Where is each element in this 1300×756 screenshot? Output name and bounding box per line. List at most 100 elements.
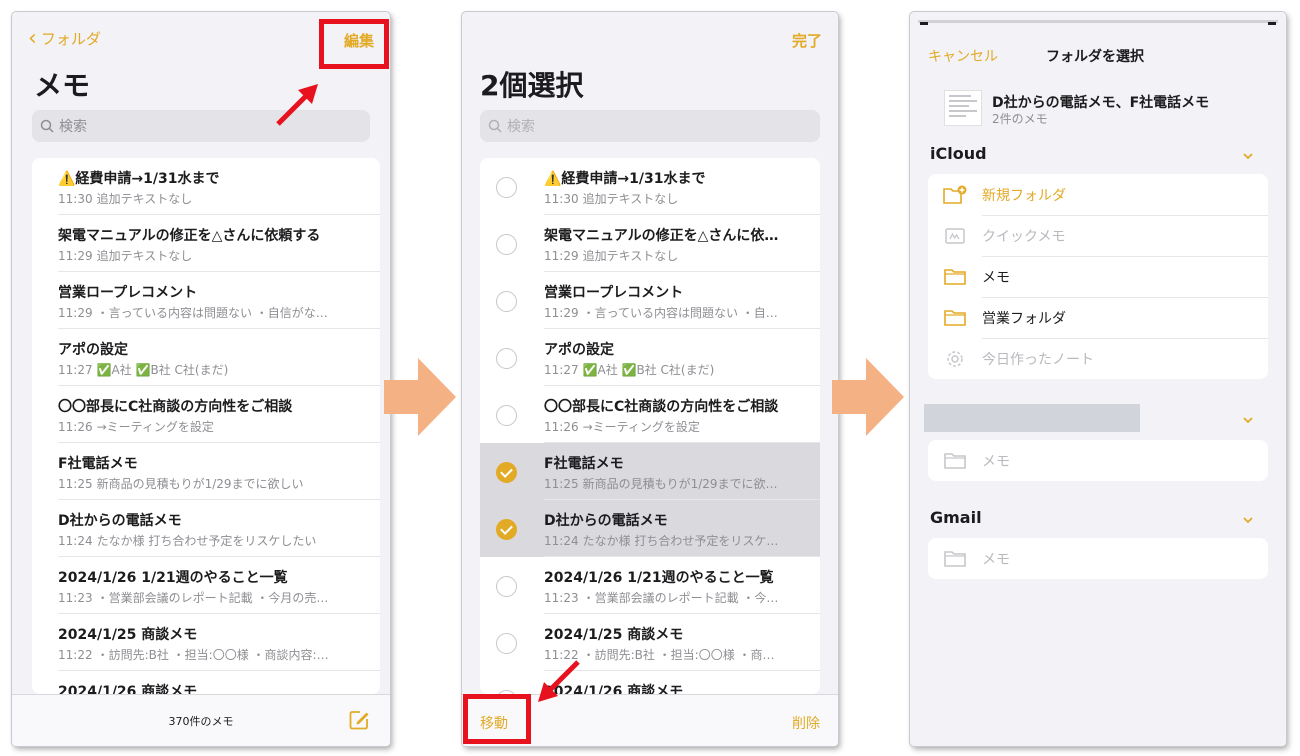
note-preview: 追加テキストなし: [582, 249, 679, 263]
account-header-icloud[interactable]: iCloud: [930, 144, 987, 163]
note-title: 2024/1/26 1/21週のやること一覧: [58, 570, 288, 586]
note-list-item[interactable]: 2024/1/25 商談メモ 11:22 ・訪問先:B社 ・担当:〇〇様 ・商談内容…: [32, 614, 380, 671]
note-list-item[interactable]: ⚠️経費申請→1/31水まで 11:30 追加テキストなし: [480, 158, 820, 215]
new-folder-icon: [942, 185, 968, 205]
note-list-item[interactable]: アポの設定 11:27 ✅A社 ✅B社 C社(まだ): [32, 329, 380, 386]
note-time: 11:27: [544, 363, 579, 377]
note-list-item[interactable]: F社電話メモ 11:25 新商品の見積もりが1/29までに欲しい: [32, 443, 380, 500]
notes-list: ⚠️経費申請→1/31水まで 11:30 追加テキストなし架電マニュアルの修正を△さ…: [32, 158, 380, 694]
note-list-item[interactable]: 〇〇部長にC社商談の方向性をご相談 11:26 →ミーティングを設定: [32, 386, 380, 443]
note-title: 〇〇部長にC社商談の方向性をご相談: [544, 399, 779, 415]
folder-row[interactable]: 新規フォルダ: [928, 174, 1268, 215]
bottom-toolbar: 移動 削除: [462, 694, 838, 746]
folder-row[interactable]: 今日作ったノート: [928, 338, 1268, 379]
compose-icon[interactable]: [348, 709, 370, 731]
checkmark-circle-icon[interactable]: [496, 462, 517, 483]
note-title: D社からの電話メモ: [544, 513, 668, 529]
note-preview: ✅A社 ✅B社 C社(まだ): [582, 363, 715, 377]
chevron-down-icon[interactable]: [1242, 414, 1254, 426]
cancel-button[interactable]: キャンセル: [928, 46, 998, 66]
folder-label: 今日作ったノート: [982, 351, 1094, 368]
red-pointer-arrow: [538, 660, 580, 702]
note-list-item[interactable]: 2024/1/26 1/21週のやること一覧 11:23 ・営業部会議のレポート記載…: [32, 557, 380, 614]
search-placeholder: 検索: [59, 119, 87, 135]
search-field[interactable]: 検索: [480, 110, 820, 142]
move-button[interactable]: 移動: [480, 713, 508, 733]
note-list-item[interactable]: 2024/1/25 商談メモ 11:22 ・訪問先:B社 ・担当:〇〇様 ・商…: [480, 614, 820, 671]
page-title: 2個選択: [480, 69, 584, 102]
note-subline: 11:25 新商品の見積もりが1/29までに欲しい: [58, 475, 380, 492]
folder-icon: [942, 308, 968, 328]
note-preview: ・言っている内容は問題ない ・自信がな…: [96, 306, 328, 320]
folder-label: 新規フォルダ: [982, 187, 1066, 204]
flow-arrow-right-icon: [384, 358, 456, 436]
note-list-item[interactable]: 営業ロープレコメント 11:29 ・言っている内容は問題ない ・自…: [480, 272, 820, 329]
chevron-down-icon[interactable]: [1242, 150, 1254, 162]
note-time: 11:26: [544, 420, 579, 434]
note-time: 11:30: [58, 192, 93, 206]
sheet-top-edge: [918, 20, 1278, 23]
note-title: ⚠️経費申請→1/31水まで: [544, 171, 706, 187]
note-list-item[interactable]: F社電話メモ 11:25 新商品の見積もりが1/29までに欲…: [480, 443, 820, 500]
edit-button[interactable]: 編集: [344, 30, 374, 51]
folder-row[interactable]: メモ: [928, 440, 1268, 481]
note-list-item[interactable]: 2024/1/26 商談メモ: [480, 671, 820, 694]
note-subline: 11:26 →ミーティングを設定: [544, 418, 820, 435]
note-time: 11:29: [58, 306, 93, 320]
red-pointer-arrow: [276, 84, 318, 126]
notes-list: ⚠️経費申請→1/31水まで 11:30 追加テキストなし 架電マニュアルの修正を△さ…: [480, 158, 820, 694]
note-list-item[interactable]: 架電マニュアルの修正を△さんに依頼する 11:29 追加テキストなし: [32, 215, 380, 272]
note-list-item[interactable]: 営業ロープレコメント 11:29 ・言っている内容は問題ない ・自信がな…: [32, 272, 380, 329]
back-label: フォルダ: [40, 30, 101, 48]
note-subline: 11:27 ✅A社 ✅B社 C社(まだ): [58, 361, 380, 378]
note-subline: 11:30 追加テキストなし: [58, 190, 380, 207]
empty-circle-icon[interactable]: [496, 576, 517, 597]
note-subline: 11:25 新商品の見積もりが1/29までに欲…: [544, 475, 820, 492]
bottom-toolbar: 370件のメモ: [12, 694, 390, 746]
note-list-item[interactable]: 〇〇部長にC社商談の方向性をご相談 11:26 →ミーティングを設定: [480, 386, 820, 443]
note-time: 11:25: [58, 477, 93, 491]
note-count: 370件のメモ: [168, 715, 234, 728]
folder-row[interactable]: 営業フォルダ: [928, 297, 1268, 338]
checkmark-circle-icon[interactable]: [496, 519, 517, 540]
note-list-item[interactable]: 2024/1/26 商談メモ: [32, 671, 380, 694]
note-time: 11:23: [544, 591, 579, 605]
empty-circle-icon[interactable]: [496, 348, 517, 369]
folder-label: メモ: [982, 269, 1010, 286]
note-list-item[interactable]: 架電マニュアルの修正を△さんに依… 11:29 追加テキストなし: [480, 215, 820, 272]
note-list-item[interactable]: ⚠️経費申請→1/31水まで 11:30 追加テキストなし: [32, 158, 380, 215]
done-button[interactable]: 完了: [792, 30, 822, 51]
note-title: D社からの電話メモ: [58, 513, 182, 529]
empty-circle-icon[interactable]: [496, 633, 517, 654]
note-time: 11:25: [544, 477, 579, 491]
note-time: 11:29: [58, 249, 93, 263]
note-title: F社電話メモ: [544, 456, 624, 472]
search-icon: [40, 119, 54, 133]
flow-arrow-right-icon: [832, 358, 904, 436]
gmail-folder-group: メモ: [928, 538, 1268, 579]
note-thumbnail: [944, 90, 982, 126]
search-placeholder: 検索: [507, 119, 535, 135]
empty-circle-icon[interactable]: [496, 177, 517, 198]
account-header-gmail[interactable]: Gmail: [930, 508, 982, 527]
note-list-item[interactable]: D社からの電話メモ 11:24 たなか様 打ち合わせ予定をリスケ…: [480, 500, 820, 557]
note-list-item[interactable]: D社からの電話メモ 11:24 たなか様 打ち合わせ予定をリスケしたい: [32, 500, 380, 557]
empty-circle-icon[interactable]: [496, 234, 517, 255]
note-preview: →ミーティングを設定: [582, 420, 700, 434]
folder-row[interactable]: クイックメモ: [928, 215, 1268, 256]
note-subline: 11:23 ・営業部会議のレポート記載 ・今…: [544, 589, 820, 606]
selection-title: D社からの電話メモ、F社電話メモ: [992, 95, 1210, 111]
note-title: ⚠️経費申請→1/31水まで: [58, 171, 220, 187]
chevron-down-icon[interactable]: [1242, 514, 1254, 526]
empty-circle-icon[interactable]: [496, 291, 517, 312]
note-list-item[interactable]: アポの設定 11:27 ✅A社 ✅B社 C社(まだ): [480, 329, 820, 386]
folder-label: メモ: [982, 453, 1010, 470]
empty-circle-icon[interactable]: [496, 405, 517, 426]
folder-row[interactable]: メモ: [928, 538, 1268, 579]
delete-button[interactable]: 削除: [792, 713, 820, 733]
back-button[interactable]: ‹ フォルダ: [28, 27, 101, 49]
note-list-item[interactable]: 2024/1/26 1/21週のやること一覧 11:23 ・営業部会議のレポート記載…: [480, 557, 820, 614]
note-subline: 11:29 ・言っている内容は問題ない ・自信がな…: [58, 304, 380, 321]
folder-row[interactable]: メモ: [928, 256, 1268, 297]
sheet-title: フォルダを選択: [1046, 49, 1144, 65]
